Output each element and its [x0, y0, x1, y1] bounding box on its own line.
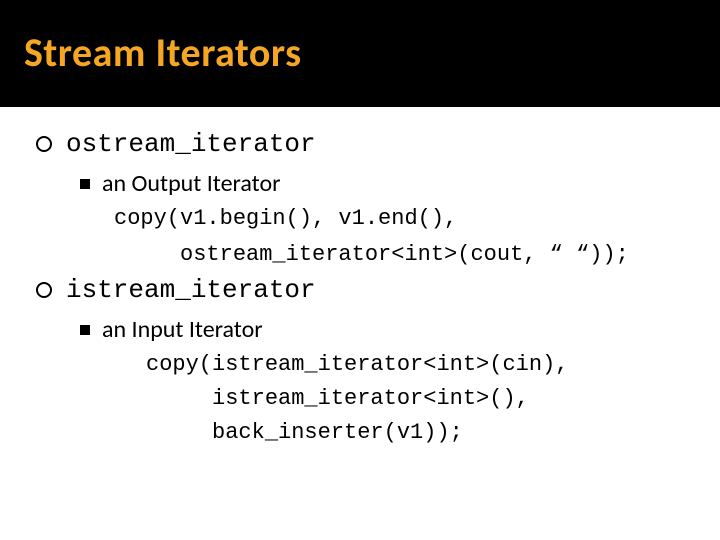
list-subitem: an Output Iterator: [80, 169, 700, 198]
code-line: copy(v1.begin(), v1.end(),: [114, 204, 700, 234]
subitem-text: an Output Iterator: [102, 169, 281, 198]
item-heading: ostream_iterator: [66, 129, 316, 159]
list-item: ostream_iterator: [36, 129, 700, 159]
item-heading: istream_iterator: [66, 275, 316, 305]
slide-title: Stream Iterators: [24, 28, 696, 77]
code-line: istream_iterator<int>(),: [146, 384, 700, 414]
code-line: copy(istream_iterator<int>(cin),: [146, 350, 700, 380]
title-band: Stream Iterators: [0, 0, 720, 107]
list-item: istream_iterator: [36, 275, 700, 305]
slide: Stream Iterators ostream_iterator an Out…: [0, 0, 720, 540]
circle-bullet-icon: [36, 136, 52, 152]
code-line: ostream_iterator<int>(cout, “ “));: [114, 240, 700, 270]
list-subitem: an Input Iterator: [80, 315, 700, 344]
square-bullet-icon: [80, 325, 90, 335]
square-bullet-icon: [80, 179, 90, 189]
code-line: back_inserter(v1));: [146, 418, 700, 448]
slide-body: ostream_iterator an Output Iterator copy…: [0, 107, 720, 447]
circle-bullet-icon: [36, 282, 52, 298]
subitem-text: an Input Iterator: [102, 315, 263, 344]
